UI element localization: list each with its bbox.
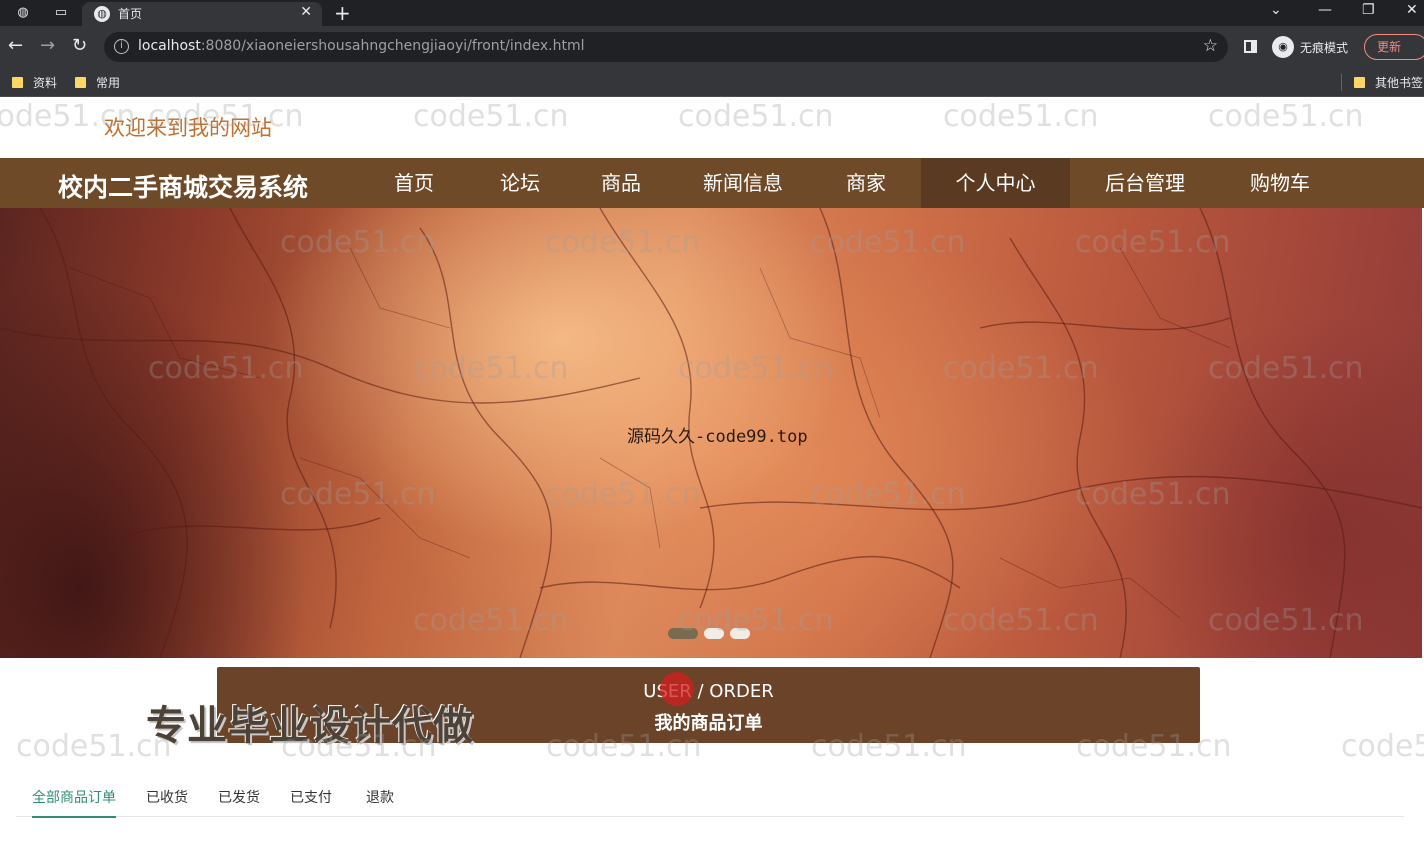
- other-bookmarks-label: 其他书签: [1375, 76, 1424, 90]
- minimize-icon[interactable]: —: [1318, 2, 1332, 18]
- bookmarks-bar: 资料 常用 其他书签: [0, 68, 1424, 97]
- promo-overlay-text: 专业毕业设计代做: [146, 703, 474, 749]
- browser-toolbar: ← → ↻ i localhost:8080/xiaoneiershousahn…: [0, 26, 1424, 68]
- profile-globe-icon[interactable]: ◍: [14, 4, 32, 22]
- watermark: code51.cn: [1208, 99, 1364, 134]
- url-text: localhost:8080/xiaoneiershousahngchengji…: [138, 38, 585, 54]
- tab-shipped[interactable]: 已发货: [218, 787, 260, 816]
- browser-tab-strip: ◍ ▭ ◍ 首页 ✕ + ⌄ — ❐ ✕: [0, 0, 1424, 26]
- section-title-en-b: ORDER: [709, 681, 774, 702]
- bookmark-label: 常用: [96, 76, 121, 90]
- address-bar[interactable]: i localhost:8080/xiaoneiershousahngcheng…: [104, 32, 1228, 62]
- tab-all-orders[interactable]: 全部商品订单: [32, 787, 116, 818]
- tab-list-chevron-icon[interactable]: ⌄: [1270, 2, 1282, 18]
- nav-item-cart[interactable]: 购物车: [1230, 158, 1330, 208]
- bookmark-folder-changyong[interactable]: 常用: [75, 74, 120, 91]
- bookmark-separator: [1341, 74, 1342, 91]
- bookmark-star-icon[interactable]: ☆: [1203, 36, 1218, 56]
- back-arrow-icon[interactable]: ←: [8, 35, 23, 57]
- watermark: code51.cn: [413, 99, 569, 134]
- url-path: :8080/xiaoneiershousahngchengjiaoyi/fron…: [200, 38, 585, 54]
- folder-icon: [75, 77, 86, 88]
- browser-tab[interactable]: ◍ 首页 ✕: [82, 2, 322, 26]
- bookmark-folder-ziliao[interactable]: 资料: [12, 74, 57, 91]
- main-nav: 校内二手商城交易系统 首页 论坛 商品 新闻信息 商家 个人中心 后台管理 购物…: [0, 158, 1424, 208]
- welcome-text: 欢迎来到我的网站: [104, 116, 272, 140]
- banner-carousel[interactable]: 源码久久-code99.top: [0, 208, 1422, 658]
- section-title-en-sep: /: [691, 681, 710, 702]
- tab-search-icon[interactable]: ▭: [52, 4, 70, 22]
- order-tabs: 全部商品订单 已收货 已发货 已支付 退款: [16, 777, 1404, 818]
- incognito-label: 无痕模式: [1300, 41, 1349, 55]
- web-page: 欢迎来到我的网站 校内二手商城交易系统 首页 论坛 商品 新闻信息 商家 个人中…: [0, 97, 1424, 848]
- site-title: 校内二手商城交易系统: [58, 173, 309, 202]
- site-info-icon[interactable]: i: [114, 39, 129, 54]
- side-panel-icon[interactable]: [1244, 40, 1257, 53]
- update-button[interactable]: 更新: [1364, 34, 1424, 60]
- watermark: code51.cn: [678, 99, 834, 134]
- nav-item-forum[interactable]: 论坛: [482, 158, 558, 208]
- nav-item-admin[interactable]: 后台管理: [1092, 158, 1198, 208]
- banner-caption: 源码久久-code99.top: [627, 427, 808, 447]
- watermark: code51.cn: [1341, 729, 1424, 764]
- folder-icon: [1354, 77, 1365, 88]
- window-close-icon[interactable]: ✕: [1406, 2, 1418, 18]
- browser-tab-title: 首页: [118, 7, 143, 21]
- nav-item-products[interactable]: 商品: [583, 158, 659, 208]
- carousel-dot-active[interactable]: [668, 628, 698, 639]
- close-icon[interactable]: ✕: [300, 4, 312, 20]
- nav-item-personal-center[interactable]: 个人中心: [921, 158, 1070, 208]
- restore-icon[interactable]: ❐: [1362, 2, 1375, 18]
- url-host: localhost: [138, 38, 201, 54]
- carousel-dot[interactable]: [704, 628, 724, 639]
- watermark: code51.cn: [943, 99, 1099, 134]
- nav-item-home[interactable]: 首页: [376, 158, 452, 208]
- new-tab-icon[interactable]: +: [334, 1, 351, 25]
- folder-icon: [12, 77, 23, 88]
- tab-received[interactable]: 已收货: [146, 787, 188, 816]
- nav-item-merchants[interactable]: 商家: [828, 158, 904, 208]
- bookmark-label: 资料: [33, 76, 58, 90]
- nav-item-news[interactable]: 新闻信息: [690, 158, 796, 208]
- incognito-icon[interactable]: ◉: [1272, 36, 1294, 58]
- carousel-dot[interactable]: [730, 628, 750, 639]
- tab-refund[interactable]: 退款: [366, 787, 394, 816]
- reload-icon[interactable]: ↻: [72, 35, 87, 57]
- forward-arrow-icon[interactable]: →: [40, 35, 55, 57]
- other-bookmarks[interactable]: 其他书签: [1354, 74, 1423, 91]
- globe-icon: ◍: [94, 6, 110, 22]
- cursor-highlight: [660, 672, 694, 706]
- tab-paid[interactable]: 已支付: [290, 787, 332, 816]
